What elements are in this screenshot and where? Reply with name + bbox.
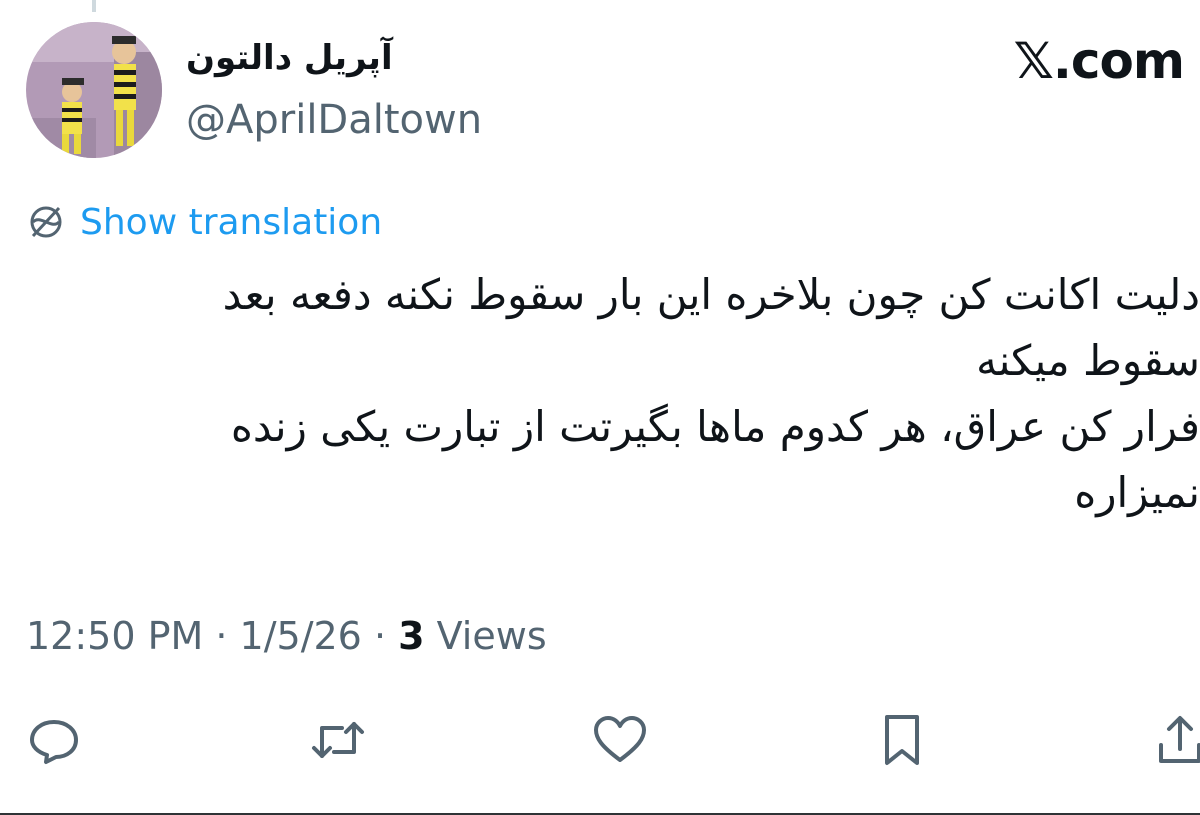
tweet-line: فرار کن عراق، هر کدوم ماها بگیرتت از تبا…: [230, 402, 1200, 451]
heart-icon: [594, 716, 646, 762]
bookmark-icon: [885, 715, 919, 765]
avatar[interactable]: [26, 22, 162, 158]
tweet-line: سقوط میکنه: [976, 336, 1200, 385]
bookmark-button[interactable]: [872, 710, 932, 770]
reply-button[interactable]: [24, 710, 84, 770]
author-handle[interactable]: @AprilDaltown: [186, 97, 482, 143]
tweet-time[interactable]: 12:50 PM: [26, 614, 203, 658]
tweet-meta: 12:50 PM · 1/5/26 · 3 Views: [26, 614, 547, 658]
meta-separator: ·: [361, 614, 399, 658]
repost-icon: [312, 722, 364, 758]
tweet-line: نمیزاره: [1074, 468, 1200, 517]
tweet-date[interactable]: 1/5/26: [240, 614, 362, 658]
tweet-action-bar: [0, 700, 1200, 780]
views-label[interactable]: Views: [425, 614, 547, 658]
show-translation-link[interactable]: Show translation: [26, 198, 382, 246]
meta-separator: ·: [203, 614, 240, 658]
top-divider-tick: [92, 0, 96, 12]
repost-button[interactable]: [308, 710, 368, 770]
translate-icon: [26, 202, 66, 242]
show-translation-label: Show translation: [80, 201, 383, 243]
tweet-text: دلیت اکانت کن چون بلاخره این بار سقوط نک…: [120, 262, 1200, 526]
reply-icon: [30, 720, 78, 764]
share-button[interactable]: [1150, 710, 1200, 770]
x-logo: 𝕏.com: [1013, 32, 1185, 90]
views-count[interactable]: 3: [398, 614, 424, 658]
like-button[interactable]: [590, 710, 650, 770]
author-display-name[interactable]: آپریل دالتون: [186, 38, 393, 78]
tweet-line: دلیت اکانت کن چون بلاخره این بار سقوط نک…: [222, 270, 1200, 319]
share-icon: [1159, 716, 1200, 763]
